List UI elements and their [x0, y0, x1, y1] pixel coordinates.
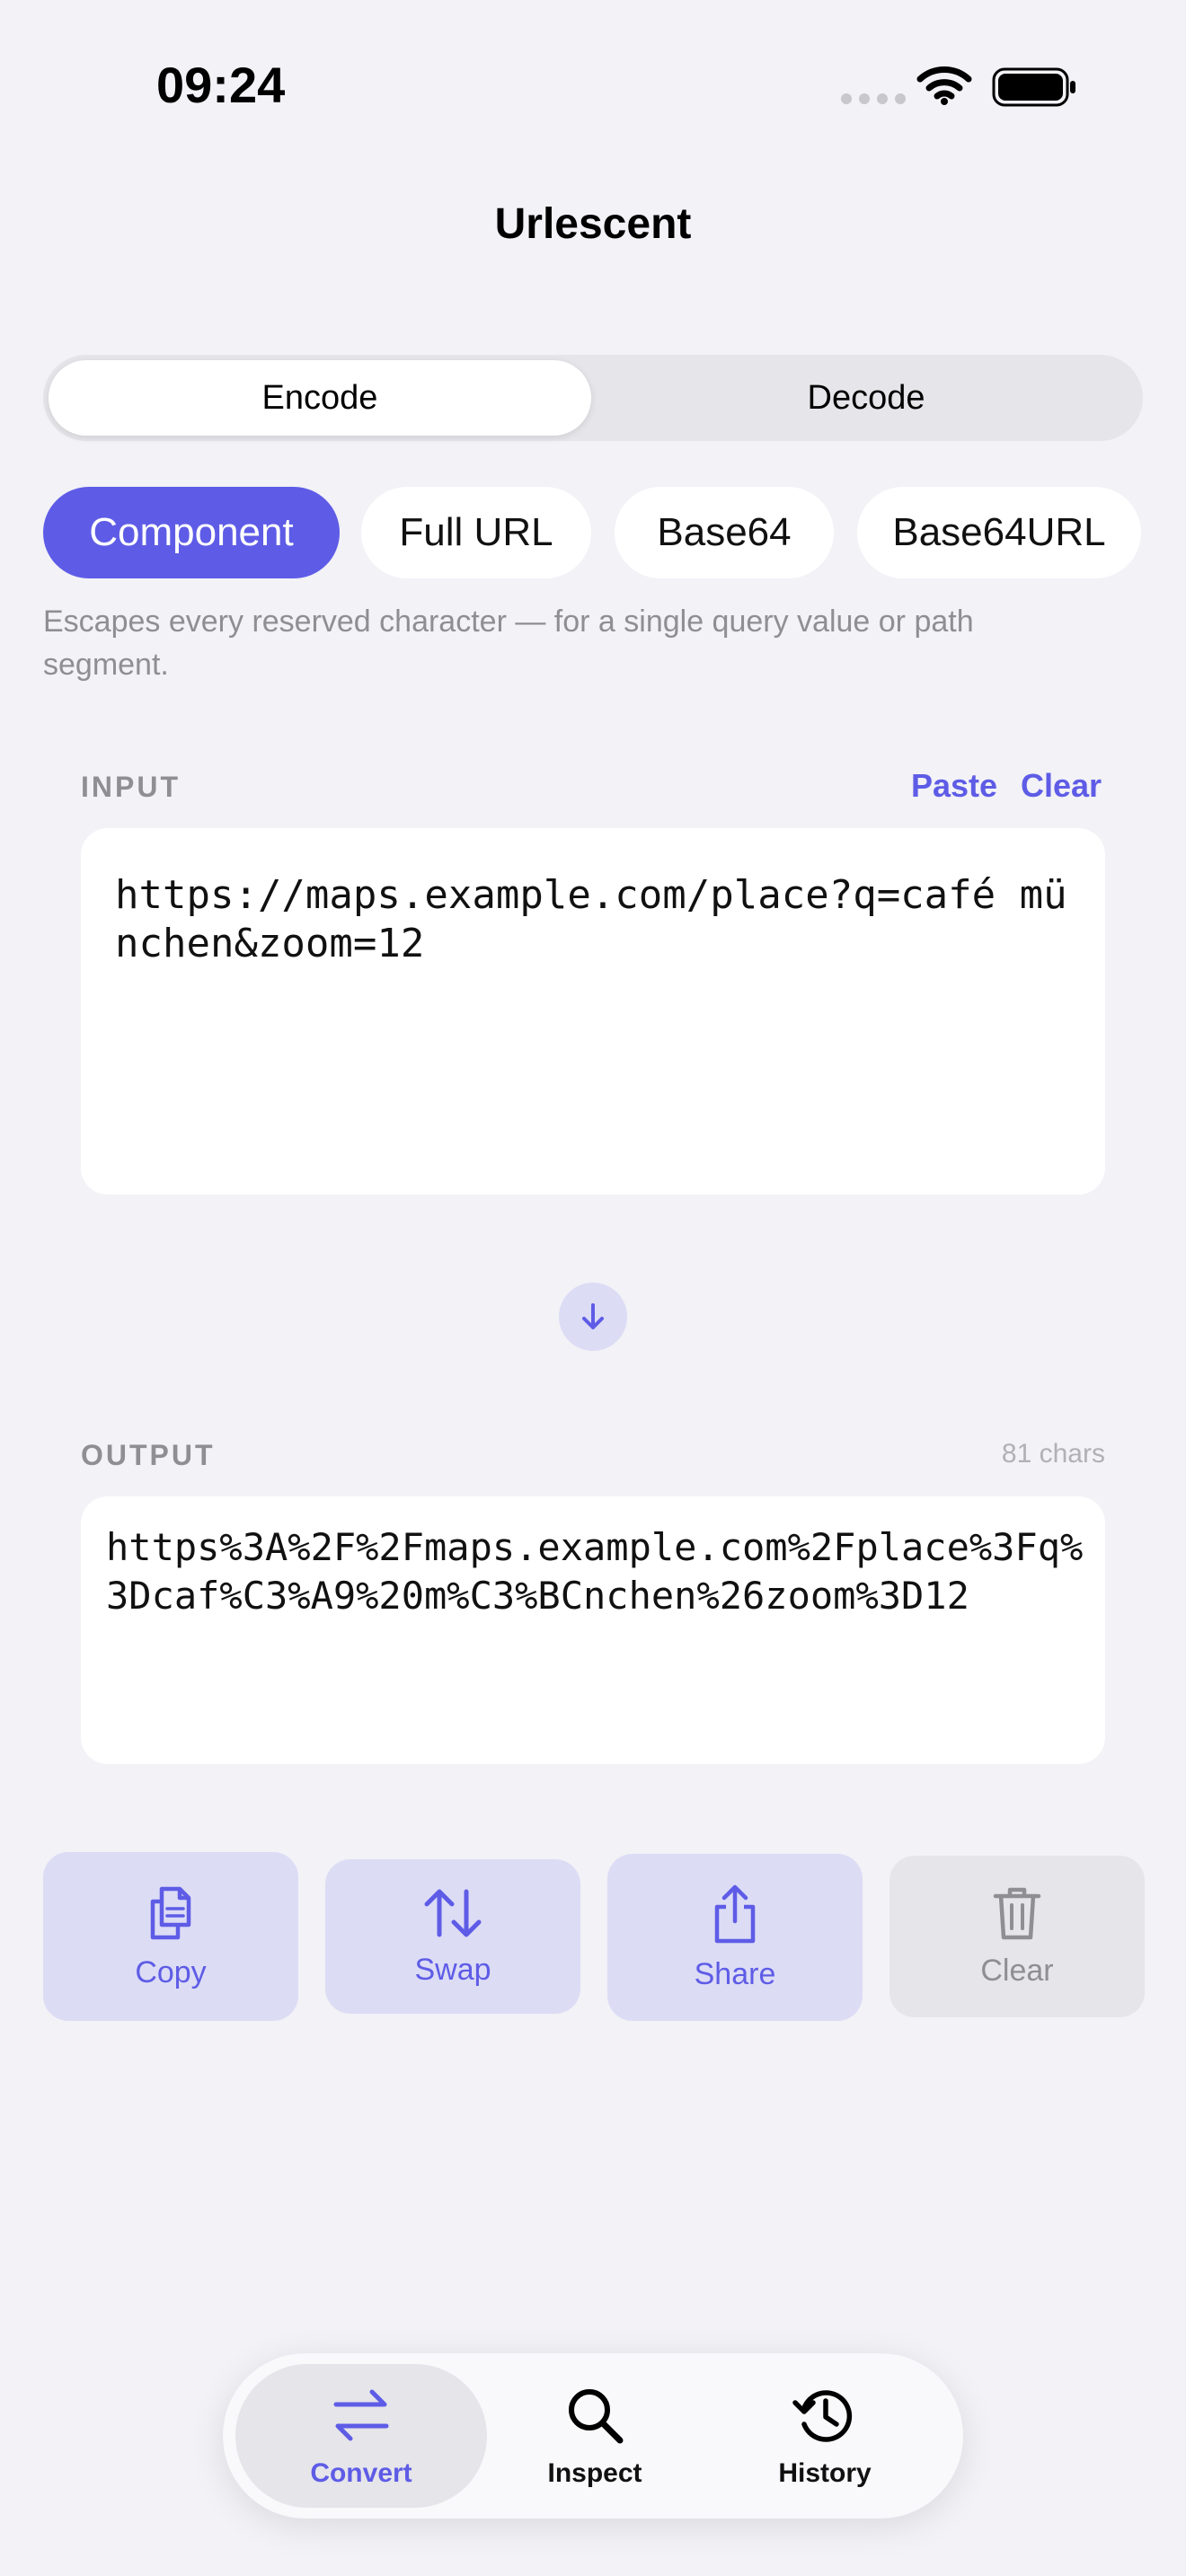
arrow-up-arrow-down-icon: [424, 1889, 482, 1936]
char-count: 81 chars: [1001, 1439, 1105, 1469]
app-title: Urlescent: [494, 200, 692, 248]
share-button[interactable]: Share: [607, 1854, 863, 2021]
wifi-icon: [916, 65, 972, 110]
tab-convert[interactable]: Convert: [235, 2364, 487, 2508]
cellular-signal-icon: [841, 93, 906, 104]
tab-bar: Convert Inspect History: [223, 2353, 963, 2519]
status-time: 09:24: [156, 57, 286, 113]
segment-decode[interactable]: Decode: [595, 360, 1137, 436]
tab-inspect-label: Inspect: [547, 2458, 642, 2488]
input-label: INPUT: [81, 771, 181, 803]
tab-convert-label: Convert: [310, 2458, 412, 2488]
copy-label: Copy: [135, 1954, 207, 1989]
mode-chip-base64[interactable]: Base64: [615, 487, 834, 578]
share-icon: [714, 1884, 756, 1943]
trash-icon: [993, 1887, 1041, 1939]
share-label: Share: [694, 1956, 776, 1991]
segment-encode[interactable]: Encode: [49, 360, 591, 436]
doc-on-doc-icon: [150, 1886, 191, 1939]
swap-button[interactable]: Swap: [325, 1859, 580, 2014]
clock-arrow-icon: [792, 2390, 853, 2442]
battery-icon: [992, 66, 1078, 112]
clear-button[interactable]: Clear: [890, 1856, 1145, 2017]
mode-chip-full-url[interactable]: Full URL: [361, 487, 591, 578]
direction-segmented-control: Encode Decode: [43, 355, 1143, 441]
clear-input-button[interactable]: Clear: [1021, 767, 1102, 805]
magnifier-icon: [569, 2389, 624, 2444]
tab-history[interactable]: History: [708, 2364, 942, 2508]
output-label: OUTPUT: [81, 1439, 216, 1471]
output-text[interactable]: https%3A%2F%2Fmaps.example.com%2Fplace%3…: [106, 1523, 1085, 1620]
mode-chip-base64url[interactable]: Base64URL: [857, 487, 1141, 578]
arrow-down-icon: [559, 1283, 627, 1351]
paste-button[interactable]: Paste: [911, 767, 997, 805]
arrow-left-right-icon: [333, 2389, 389, 2441]
chip-scroll-edge: [1143, 485, 1186, 582]
tab-history-label: History: [778, 2458, 872, 2488]
tab-inspect[interactable]: Inspect: [487, 2364, 703, 2508]
mode-description: Escapes every reserved character — for a…: [43, 604, 974, 682]
clear-label: Clear: [980, 1953, 1054, 1988]
copy-button[interactable]: Copy: [43, 1852, 298, 2021]
input-text[interactable]: https://maps.example.com/place?q=café mü…: [115, 871, 1085, 968]
swap-label: Swap: [414, 1952, 491, 1987]
mode-chip-component[interactable]: Component: [43, 487, 340, 578]
